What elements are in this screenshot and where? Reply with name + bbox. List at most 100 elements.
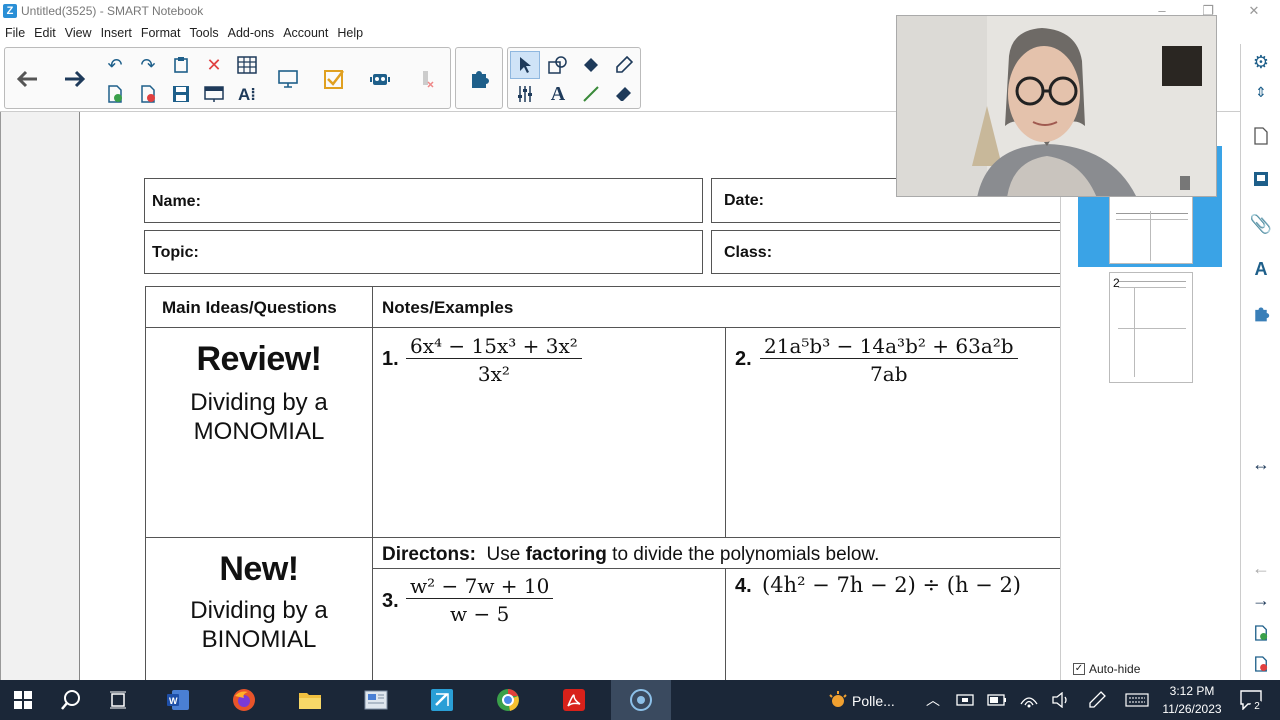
- lab-icon[interactable]: [365, 51, 395, 107]
- name-label: Name:: [152, 193, 201, 210]
- keyboard-icon[interactable]: [1122, 686, 1152, 714]
- eraser-icon[interactable]: [609, 80, 639, 108]
- problem-4-number: 4.: [735, 575, 752, 597]
- search-icon[interactable]: [56, 686, 86, 714]
- display-icon[interactable]: [273, 51, 303, 107]
- problem-3-fraction: w² − 7w + 10 w − 5: [406, 574, 554, 626]
- menu-view[interactable]: View: [65, 22, 92, 44]
- shapes-icon[interactable]: [543, 51, 573, 79]
- text-recognition-icon[interactable]: A⁞: [232, 80, 262, 108]
- clock-time[interactable]: 3:12 PM: [1156, 684, 1228, 698]
- attachments-icon[interactable]: 📎: [1246, 209, 1276, 239]
- col-main-header: Main Ideas/Questions: [162, 298, 337, 317]
- undo-icon[interactable]: ↶: [100, 51, 130, 79]
- delete-page-icon[interactable]: [1246, 649, 1276, 679]
- notebook-page[interactable]: Name: Date: Topic: Class: Main Ideas/Que…: [79, 112, 1060, 680]
- clock-date[interactable]: 11/26/2023: [1156, 702, 1228, 716]
- text-icon[interactable]: A: [543, 80, 573, 108]
- directions-label: Directons:: [382, 544, 476, 565]
- next-page-icon[interactable]: →: [1246, 585, 1276, 615]
- problem-1-number: 1.: [382, 348, 399, 370]
- meet-now-icon[interactable]: [950, 686, 980, 714]
- problem-2-fraction: 21a⁵b³ − 14a³b² + 63a²b 7ab: [760, 334, 1018, 386]
- properties-icon[interactable]: A: [1246, 254, 1276, 284]
- screen-shade-icon[interactable]: [199, 80, 229, 108]
- right-sidebar: ⚙ ⇕ 📎 A ↔ ← →: [1240, 44, 1280, 680]
- fill-icon[interactable]: [576, 51, 606, 79]
- toolbar-group-addon: [455, 47, 503, 109]
- directions-bold: factoring: [525, 544, 607, 565]
- page-sorter-icon[interactable]: [1246, 121, 1276, 151]
- pen-workspace-icon[interactable]: [1082, 686, 1112, 714]
- clear-ink-icon[interactable]: [411, 51, 441, 107]
- word-icon[interactable]: W: [163, 686, 193, 714]
- delete-icon[interactable]: ✕: [199, 51, 229, 79]
- canvas-area: Name: Date: Topic: Class: Main Ideas/Que…: [0, 112, 1060, 680]
- name-box[interactable]: [144, 178, 703, 223]
- chrome-icon[interactable]: [493, 686, 523, 714]
- window-title: Untitled(3525) - SMART Notebook: [21, 4, 204, 18]
- redo-icon[interactable]: ↷: [133, 51, 163, 79]
- paste-icon[interactable]: [166, 51, 196, 79]
- activity-builder-icon[interactable]: [319, 51, 349, 107]
- menu-tools[interactable]: Tools: [189, 22, 218, 44]
- properties-icon[interactable]: [510, 80, 540, 108]
- weather-label[interactable]: Polle...: [852, 693, 895, 709]
- menu-insert[interactable]: Insert: [101, 22, 132, 44]
- thumb-line: [1134, 287, 1135, 377]
- select-icon[interactable]: [510, 51, 540, 79]
- page-sorter-panel: 2 ✓ Auto-hide: [1060, 112, 1240, 680]
- webcam-overlay[interactable]: [896, 15, 1217, 197]
- firefox-icon[interactable]: [229, 686, 259, 714]
- canvas-border: [0, 112, 1, 680]
- close-icon[interactable]: ✕: [1244, 2, 1264, 20]
- addons-icon[interactable]: [1246, 299, 1276, 329]
- menu-format[interactable]: Format: [141, 22, 181, 44]
- wifi-icon[interactable]: [1014, 686, 1044, 714]
- topic-box[interactable]: [144, 230, 703, 274]
- problem-1-fraction: 6x⁴ − 15x³ + 3x² 3x²: [406, 334, 582, 386]
- menu-account[interactable]: Account: [283, 22, 328, 44]
- windows-start-icon[interactable]: [8, 686, 38, 714]
- directions-text: Directons: Use factoring to divide the p…: [382, 544, 879, 566]
- task-view-icon[interactable]: [104, 686, 134, 714]
- gallery-icon[interactable]: [1246, 164, 1276, 194]
- add-page-icon[interactable]: [100, 80, 130, 108]
- checkmark-icon: ✓: [1073, 663, 1085, 675]
- settings-gear-icon[interactable]: ⚙: [1246, 47, 1276, 77]
- prev-page-icon[interactable]: ←: [1246, 553, 1276, 583]
- file-explorer-icon[interactable]: [295, 686, 325, 714]
- resize-arrows-icon[interactable]: ↔: [1246, 449, 1276, 479]
- save-icon[interactable]: [166, 80, 196, 108]
- add-page-icon[interactable]: [1246, 618, 1276, 648]
- weather-icon[interactable]: [823, 686, 853, 714]
- chevron-up-icon[interactable]: ︿: [918, 686, 948, 714]
- delete-page-icon[interactable]: [133, 80, 163, 108]
- menu-addons[interactable]: Add-ons: [228, 22, 275, 44]
- move-toolbar-icon[interactable]: ⇕: [1246, 77, 1276, 107]
- menu-edit[interactable]: Edit: [34, 22, 56, 44]
- new-subtitle-binomial: BINOMIAL: [201, 626, 317, 653]
- svg-text:W: W: [169, 696, 178, 706]
- review-subtitle: Dividing by a: [190, 389, 328, 416]
- menu-help[interactable]: Help: [337, 22, 363, 44]
- line-icon[interactable]: [576, 80, 606, 108]
- smart-notebook-icon[interactable]: [427, 686, 457, 714]
- forward-arrow-icon[interactable]: [59, 51, 89, 107]
- pen-icon[interactable]: [609, 51, 639, 79]
- acrobat-icon[interactable]: [559, 686, 589, 714]
- menu-file[interactable]: File: [5, 22, 25, 44]
- app-icon[interactable]: [361, 686, 391, 714]
- recorder-icon[interactable]: [626, 686, 656, 714]
- battery-icon[interactable]: [982, 686, 1012, 714]
- back-arrow-icon[interactable]: [13, 51, 43, 107]
- grid-divider: [145, 537, 1060, 538]
- grid-divider: [725, 568, 726, 680]
- notification-count: 2: [1250, 700, 1264, 714]
- volume-icon[interactable]: [1046, 686, 1076, 714]
- auto-hide-checkbox[interactable]: ✓ Auto-hide: [1073, 662, 1140, 676]
- page-2-thumbnail[interactable]: [1109, 272, 1193, 383]
- thumb-line: [1118, 281, 1186, 282]
- addon-puzzle-icon[interactable]: [464, 51, 494, 107]
- table-icon[interactable]: [232, 51, 262, 79]
